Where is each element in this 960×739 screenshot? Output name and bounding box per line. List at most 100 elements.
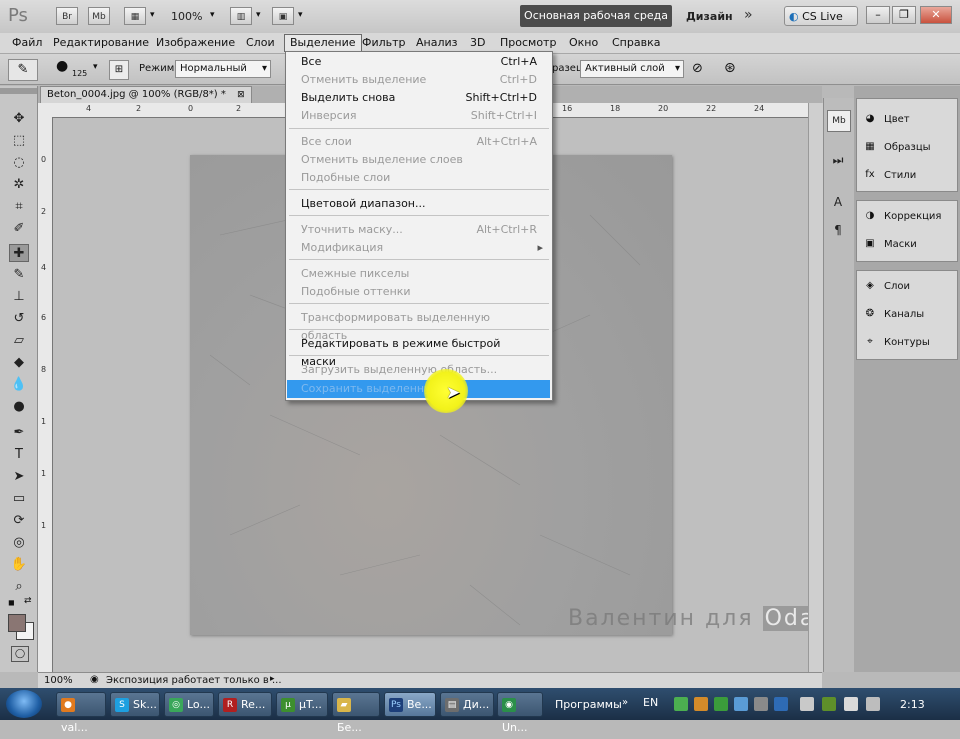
menu-item-all[interactable]: Все Ctrl+A — [301, 53, 537, 71]
tray-app-icon[interactable] — [734, 697, 748, 711]
brush-panel-icon[interactable]: ⊞ — [109, 60, 129, 80]
lasso-tool-icon[interactable]: ◌ — [9, 154, 29, 172]
pen-tool-icon[interactable]: ✒ — [9, 424, 29, 442]
network-icon[interactable] — [800, 697, 814, 711]
chevron-down-icon[interactable]: ▾ — [298, 10, 303, 20]
utorrent-tray-icon[interactable] — [714, 697, 728, 711]
swap-colors-icon[interactable]: ⇄ — [24, 596, 32, 606]
paint-bucket-tool-icon[interactable]: ◆ — [9, 354, 29, 372]
more-workspaces-icon[interactable]: » — [744, 7, 753, 23]
menu-filter[interactable]: Фильтр — [357, 35, 411, 51]
close-button[interactable]: ✕ — [920, 6, 952, 24]
pressure-size-icon[interactable]: ⊛ — [724, 60, 736, 76]
history-panel-icon[interactable]: ⏭ — [827, 150, 849, 170]
menu-layer[interactable]: Слои — [241, 35, 280, 51]
zoom-level[interactable]: 100% — [171, 10, 202, 23]
zoom-tool-icon[interactable]: ⌕ — [9, 578, 29, 596]
panel-channels[interactable]: ❂ Каналы — [862, 305, 924, 325]
panel-masks[interactable]: ▣ Маски — [862, 235, 917, 255]
tray-app-icon[interactable] — [694, 697, 708, 711]
dodge-tool-icon[interactable]: ● — [9, 398, 29, 416]
arrange-documents-icon[interactable]: ▥ — [230, 7, 252, 25]
panel-layers[interactable]: ◈ Слои — [862, 277, 910, 297]
document-tab[interactable]: Beton_0004.jpg @ 100% (RGB/8*) * ⊠ — [40, 86, 252, 103]
language-indicator[interactable]: EN — [643, 696, 658, 709]
chevron-down-icon[interactable]: ▾ — [93, 62, 98, 72]
restore-button[interactable]: ❐ — [892, 6, 916, 24]
blur-tool-icon[interactable]: 💧 — [9, 376, 29, 394]
eyedropper-tool-icon[interactable]: ✐ — [9, 220, 29, 238]
crop-tool-icon[interactable]: ⌗ — [9, 198, 29, 216]
view-extras-icon[interactable]: ▦ — [124, 7, 146, 25]
mini-bridge-panel-icon[interactable]: Mb — [827, 110, 851, 132]
menu-item-save-selection[interactable]: Сохранить выделенную... — [301, 380, 537, 398]
taskbar-button[interactable]: ▰ Бе... — [332, 692, 380, 734]
quick-mask-icon[interactable]: ◯ — [11, 646, 29, 662]
taskbar-button[interactable]: ▤ Ди... — [440, 692, 494, 717]
mini-bridge-button[interactable]: Mb — [88, 7, 110, 25]
rectangle-tool-icon[interactable]: ▭ — [9, 490, 29, 508]
menu-view[interactable]: Просмотр — [495, 35, 561, 51]
vertical-scrollbar[interactable] — [808, 103, 823, 672]
panel-adjustments[interactable]: ◑ Коррекция — [862, 207, 942, 227]
menu-item-load-selection[interactable]: Загрузить выделенную область... — [301, 361, 537, 379]
flag-icon[interactable] — [866, 697, 880, 711]
ignore-adjustment-layers-icon[interactable]: ⊘ — [692, 61, 703, 76]
character-panel-icon[interactable]: A — [827, 192, 849, 212]
type-tool-icon[interactable]: T — [9, 446, 29, 464]
chevron-down-icon[interactable]: ▾ — [210, 10, 215, 20]
menu-item-refine-mask[interactable]: Уточнить маску... Alt+Ctrl+R — [301, 221, 537, 239]
clone-stamp-tool-icon[interactable]: ⊥ — [9, 288, 29, 306]
menu-3d[interactable]: 3D — [465, 35, 490, 51]
menu-item-all-layers[interactable]: Все слои Alt+Ctrl+A — [301, 133, 537, 151]
panel-grip[interactable] — [0, 88, 37, 94]
menu-item-similar-layers[interactable]: Подобные слои — [301, 169, 537, 187]
taskbar-button-active[interactable]: Ps Ве... — [384, 692, 436, 717]
menu-item-reselect[interactable]: Выделить снова Shift+Ctrl+D — [301, 89, 537, 107]
menu-image[interactable]: Изображение — [151, 35, 240, 51]
workspace-essentials-button[interactable]: Основная рабочая среда — [520, 5, 672, 27]
volume-icon[interactable] — [844, 697, 858, 711]
menu-item-modify[interactable]: Модификация ▸ — [301, 239, 543, 257]
tray-app-icon[interactable] — [754, 697, 768, 711]
default-colors-icon[interactable]: ◼ — [8, 598, 15, 607]
foreground-color-swatch[interactable] — [8, 614, 26, 632]
minimize-button[interactable]: – — [866, 6, 890, 24]
chevron-double-icon[interactable]: » — [622, 697, 628, 708]
workspace-design-button[interactable]: Дизайн — [686, 10, 733, 23]
paragraph-panel-icon[interactable]: ¶ — [827, 220, 849, 240]
tool-preset-icon[interactable]: ✎ — [8, 59, 38, 81]
history-brush-tool-icon[interactable]: ↺ — [9, 310, 29, 328]
screen-mode-icon[interactable]: ▣ — [272, 7, 294, 25]
menu-item-transform-selection[interactable]: Трансформировать выделенную область — [301, 309, 537, 342]
menu-help[interactable]: Справка — [607, 35, 665, 51]
move-tool-icon[interactable]: ✥ — [9, 110, 29, 128]
menu-window[interactable]: Окно — [564, 35, 603, 51]
mode-select[interactable]: Нормальный — [175, 60, 271, 78]
tray-programs-toolbar[interactable]: Программы — [555, 698, 622, 711]
marquee-tool-icon[interactable]: ⬚ — [9, 132, 29, 150]
panel-styles[interactable]: fx Стили — [862, 166, 916, 186]
brush-tip-icon[interactable]: ● — [56, 58, 68, 74]
taskbar-button[interactable]: S Sk... — [110, 692, 160, 717]
vertical-ruler[interactable]: 0 2 4 6 8 1 1 1 — [38, 117, 53, 672]
taskbar-button[interactable]: µ µT... — [276, 692, 328, 717]
hand-tool-icon[interactable]: ✋ — [9, 556, 29, 574]
3d-rotate-tool-icon[interactable]: ⟳ — [9, 512, 29, 530]
panel-swatches[interactable]: ▦ Образцы — [862, 138, 930, 158]
taskbar-button[interactable]: R Re... — [218, 692, 272, 717]
start-button[interactable] — [6, 690, 42, 718]
menu-file[interactable]: Файл — [7, 35, 47, 51]
menu-item-similar[interactable]: Подобные оттенки — [301, 283, 537, 301]
panel-color[interactable]: ◕ Цвет — [862, 110, 910, 130]
3d-orbit-tool-icon[interactable]: ◎ — [9, 534, 29, 552]
tray-app-icon[interactable] — [774, 697, 788, 711]
menu-item-deselect[interactable]: Отменить выделение Ctrl+D — [301, 71, 537, 89]
status-info-icon[interactable]: ◉ — [90, 674, 99, 685]
menu-select[interactable]: Выделение — [284, 34, 362, 52]
eraser-tool-icon[interactable]: ▱ — [9, 332, 29, 350]
taskbar-button[interactable]: ● val... — [56, 692, 106, 734]
chevron-down-icon[interactable]: ▾ — [256, 10, 261, 20]
sample-select[interactable]: Активный слой — [580, 60, 684, 78]
menu-item-color-range[interactable]: Цветовой диапазон... — [301, 195, 537, 213]
